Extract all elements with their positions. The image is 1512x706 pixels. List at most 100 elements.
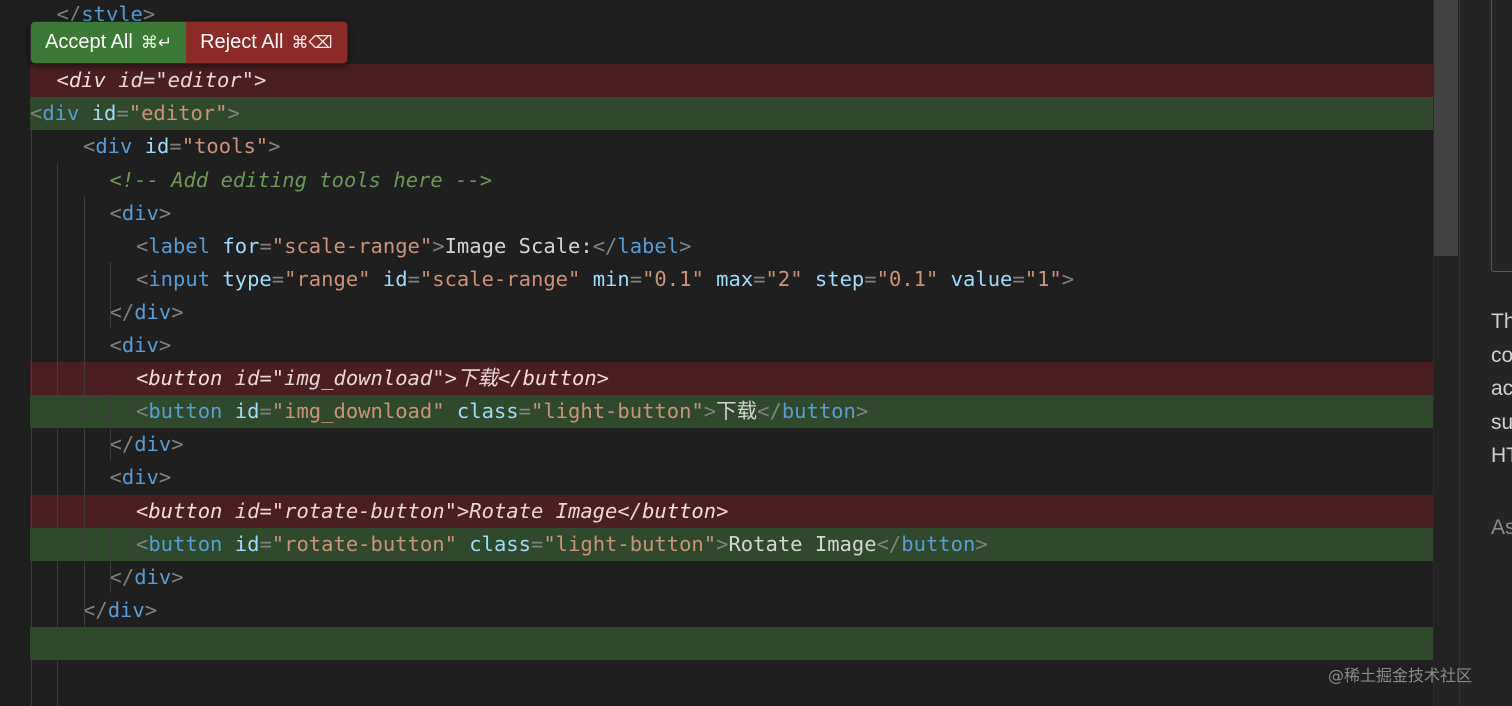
reject-all-label: Reject All: [200, 31, 284, 53]
code-token: button: [148, 399, 223, 424]
code-token: id: [382, 266, 408, 291]
code-token: type: [222, 266, 272, 291]
code-token: >: [456, 498, 470, 523]
code-token: <: [136, 266, 149, 291]
code-token: =: [116, 101, 129, 126]
code-token: =: [629, 266, 643, 291]
code-token: "tools": [181, 134, 269, 159]
code-token: id: [234, 498, 260, 523]
code-line[interactable]: <div>: [30, 461, 1458, 494]
code-token: >: [158, 465, 172, 490]
code-token: "img_download": [271, 399, 445, 424]
chat-side-panel: Th co ac su HT As: [1459, 0, 1512, 706]
code-token: for: [222, 233, 260, 258]
code-line[interactable]: </div>: [30, 296, 1458, 329]
code-line[interactable]: <label for="scale-range">Image Scale:</l…: [30, 230, 1458, 263]
code-token: "1": [1024, 266, 1062, 291]
indent-guide: [31, 130, 32, 706]
code-token: button: [522, 366, 597, 391]
reject-all-button[interactable]: Reject All ⌘⌫: [186, 22, 347, 63]
code-token: id: [118, 68, 143, 93]
code-line-removed[interactable]: <div id="editor">: [30, 64, 1458, 98]
code-token: "rotate-button": [271, 498, 457, 523]
code-token: </: [876, 531, 902, 556]
code-token: div: [134, 299, 172, 324]
indent-guide: [110, 394, 111, 460]
accept-all-label: Accept All: [45, 31, 133, 53]
code-token: <: [109, 465, 122, 490]
code-token: "0.1": [642, 266, 704, 291]
code-token: "editor": [155, 68, 254, 93]
code-text: <div id="tools">: [83, 130, 281, 163]
code-line-added[interactable]: <div id="editor">: [30, 97, 1458, 131]
code-text: </div>: [110, 296, 184, 329]
code-token: <: [136, 233, 149, 258]
code-token: button: [148, 531, 223, 556]
code-token: Rotate Image: [469, 498, 618, 523]
indent-guide: [110, 262, 111, 328]
code-token: <!-- Add editing tools here -->: [109, 167, 493, 192]
code-token: </: [497, 366, 523, 391]
code-token: id: [234, 531, 260, 556]
code-token: =: [259, 366, 272, 391]
code-line-added[interactable]: [30, 626, 1458, 660]
code-token: input: [148, 266, 211, 291]
code-token: "light-button": [543, 531, 717, 556]
code-line[interactable]: <input type="range" id="scale-range" min…: [30, 263, 1458, 296]
code-token: >: [144, 597, 158, 622]
code-line[interactable]: </div>: [30, 561, 1458, 594]
code-text: <div id="editor">: [57, 64, 267, 97]
accept-shortcut-hint: ⌘↵: [140, 32, 173, 53]
code-line[interactable]: <div id="tools">: [30, 130, 1458, 163]
code-token: >: [158, 333, 172, 357]
code-line-added[interactable]: <button id="rotate-button" class="light-…: [30, 527, 1458, 561]
code-token: button: [148, 366, 223, 391]
code-text: </div>: [83, 594, 157, 627]
code-line-removed[interactable]: <button id="rotate-button">Rotate Image<…: [30, 494, 1458, 528]
code-line[interactable]: <div>: [30, 329, 1458, 362]
code-token: >: [254, 68, 267, 93]
code-line-added[interactable]: <button id="img_download" class="light-b…: [30, 395, 1458, 429]
code-token: button: [148, 498, 223, 523]
scrollbar-thumb[interactable]: [1434, 0, 1458, 256]
code-line[interactable]: </div>: [30, 594, 1458, 627]
code-token: "scale-range": [271, 233, 433, 258]
code-token: >: [975, 531, 988, 556]
code-line[interactable]: <div>: [30, 197, 1458, 230]
code-token: >: [171, 299, 184, 324]
code-token: =: [271, 266, 285, 291]
indent-guide: [110, 527, 111, 593]
code-token: =: [259, 233, 272, 258]
code-line[interactable]: <!-- Add editing tools here -->: [30, 164, 1458, 197]
code-token: >: [716, 498, 729, 523]
reject-shortcut-hint: ⌘⌫: [291, 32, 333, 53]
code-token: "editor": [128, 101, 228, 126]
accept-all-button[interactable]: Accept All ⌘↵: [31, 22, 187, 63]
code-token: "rotate-button": [271, 531, 457, 556]
code-token: =: [259, 399, 272, 424]
code-token: "range": [284, 266, 371, 291]
code-token: min: [592, 266, 630, 291]
side-panel-card: [1491, 0, 1512, 272]
code-token: button: [642, 498, 717, 523]
code-text: <div>: [110, 329, 172, 362]
code-token: div: [42, 101, 80, 126]
code-token: =: [142, 68, 156, 93]
code-token: >: [171, 564, 184, 589]
code-line[interactable]: </div>: [30, 428, 1458, 461]
code-token: id: [144, 134, 170, 159]
code-token: =: [407, 266, 420, 291]
code-line-removed[interactable]: <button id="img_download">下载</button>: [30, 362, 1458, 396]
code-token: "2": [765, 266, 803, 291]
code-token: "light-button": [530, 399, 704, 424]
code-text: <button id="img_download">下载</button>: [136, 362, 609, 395]
code-text: <button id="rotate-button" class="light-…: [136, 528, 988, 561]
code-token: "img_download": [271, 366, 445, 391]
code-text: <div>: [110, 461, 172, 494]
